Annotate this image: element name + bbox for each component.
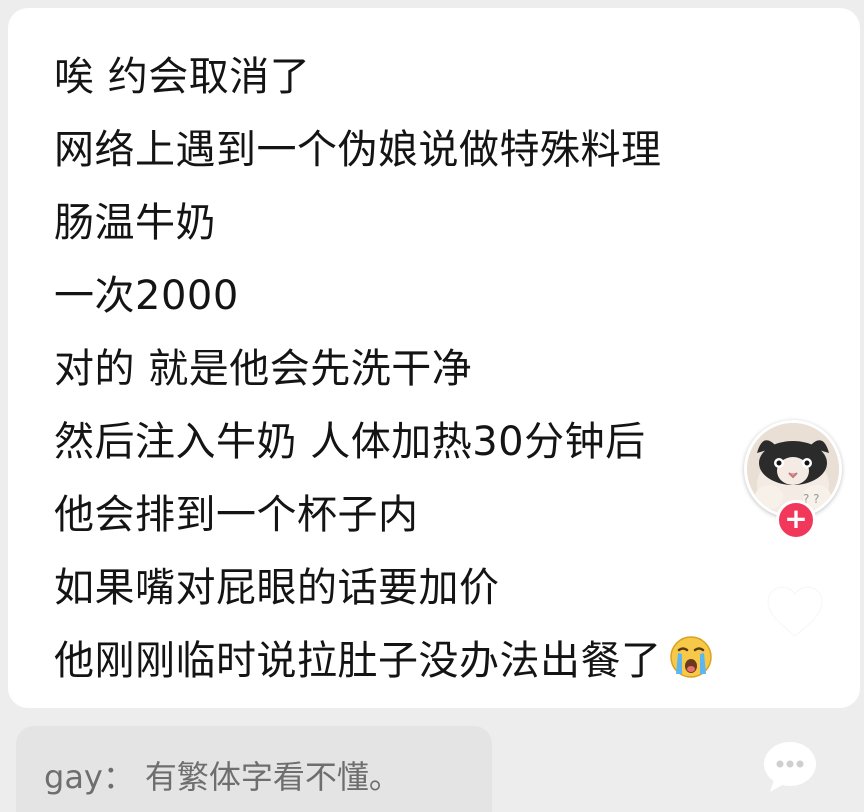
post-line: 对的 就是他会先洗干净 [54, 346, 473, 392]
post-line: 他刚刚临时说拉肚子没办法出餐了 [54, 638, 662, 684]
comment-text: gay： 有繁体字看不懂。 [44, 752, 401, 798]
author-avatar-group[interactable]: ? ? + [744, 420, 844, 540]
post-line: 唉 约会取消了 [54, 54, 311, 100]
chat-bubble-icon[interactable] [760, 736, 820, 796]
comment-body: 有繁体字看不懂。 [144, 758, 401, 796]
post-line: 然后注入牛奶 人体加热30分钟后 [54, 419, 646, 465]
crying-face-icon [669, 636, 712, 678]
post-line: 网络上遇到一个伪娘说做特殊料理 [54, 127, 662, 173]
post-line: 一次2000 [54, 273, 239, 319]
comment-username[interactable]: gay [44, 758, 103, 796]
post-line-last: 他刚刚临时说拉肚子没办法出餐了 [54, 628, 714, 701]
post-text: 唉 约会取消了 网络上遇到一个伪娘说做特殊料理 肠温牛奶 一次2000 对的 就… [54, 44, 714, 701]
comment-separator: ： [102, 758, 135, 796]
post-line: 他会排到一个杯子内 [54, 492, 419, 538]
post-card: 唉 约会取消了 网络上遇到一个伪娘说做特殊料理 肠温牛奶 一次2000 对的 就… [8, 8, 860, 708]
follow-button[interactable]: + [776, 500, 816, 540]
post-line: 如果嘴对屁眼的话要加价 [54, 565, 500, 611]
heart-icon[interactable] [760, 578, 830, 648]
post-line: 肠温牛奶 [54, 200, 216, 246]
